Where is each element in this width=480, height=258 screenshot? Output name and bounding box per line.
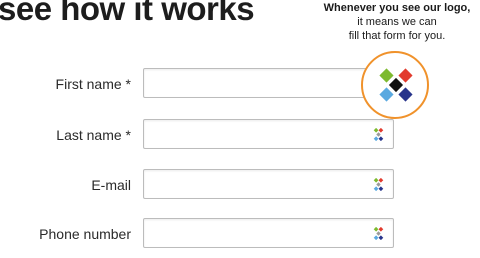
phone-row: Phone number bbox=[0, 218, 480, 252]
first-name-label: First name * bbox=[55, 76, 131, 92]
last-name-row: Last name * bbox=[0, 119, 480, 153]
autofill-logo-icon[interactable] bbox=[372, 178, 385, 191]
phone-number-field[interactable] bbox=[143, 218, 394, 248]
autofill-logo-large-icon[interactable] bbox=[377, 66, 415, 104]
email-row: E-mail bbox=[0, 169, 480, 203]
logo-callout-highlight bbox=[361, 51, 429, 119]
last-name-field[interactable] bbox=[143, 119, 394, 149]
page-headline: see how it works bbox=[0, 0, 255, 27]
phone-number-label: Phone number bbox=[39, 226, 131, 242]
logo-explanation-text: Whenever you see our logo, it means we c… bbox=[312, 1, 480, 43]
tagline-line-3: fill that form for you. bbox=[348, 30, 446, 42]
tagline-line-1: Whenever you see our logo, bbox=[323, 2, 471, 14]
first-name-field[interactable] bbox=[143, 68, 394, 98]
last-name-label: Last name * bbox=[56, 127, 131, 143]
autofill-logo-icon[interactable] bbox=[372, 227, 385, 240]
email-label: E-mail bbox=[91, 177, 131, 193]
autofill-logo-icon[interactable] bbox=[372, 128, 385, 141]
tagline-line-2: it means we can bbox=[357, 16, 437, 28]
email-field[interactable] bbox=[143, 169, 394, 199]
